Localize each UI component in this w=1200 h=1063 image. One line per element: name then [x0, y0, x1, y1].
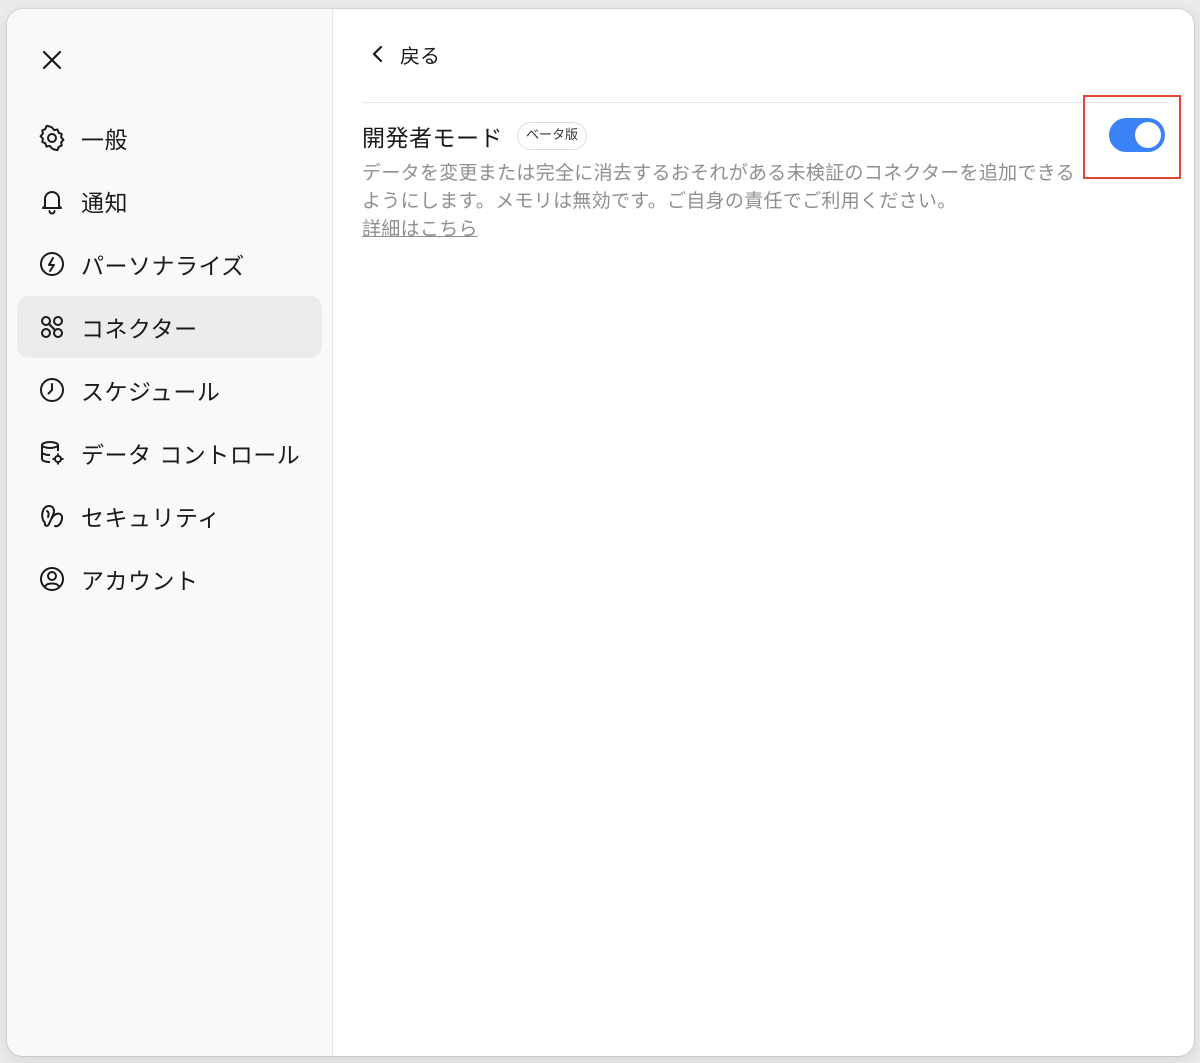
sidebar-item-label: 通知	[81, 191, 128, 217]
sidebar-item-label: セキュリティ	[81, 506, 221, 532]
sidebar-item-label: データ コントロール	[81, 443, 301, 469]
sidebar-item-connectors[interactable]: コネクター	[17, 296, 322, 358]
developer-mode-description: データを変更または完全に消去するおそれがある未検証のコネクターを追加できるように…	[362, 159, 1092, 243]
back-label: 戻る	[400, 43, 440, 68]
sidebar-item-security[interactable]: セキュリティ	[17, 485, 322, 547]
sidebar-item-label: スケジュール	[81, 380, 221, 406]
sidebar-item-account[interactable]: アカウント	[17, 548, 322, 610]
back-button[interactable]: 戻る	[370, 39, 440, 69]
sidebar-item-label: アカウント	[81, 569, 199, 595]
settings-sidebar: 一般 通知 パーソナライズ コネクター スケジュール データ コントロール セキ…	[7, 9, 333, 1056]
sidebar-item-label: コネクター	[81, 317, 198, 343]
setting-header: 開発者モード ベータ版	[362, 119, 588, 153]
divider	[362, 102, 1168, 103]
chevron-left-icon	[372, 45, 383, 63]
personalize-icon	[37, 249, 67, 279]
sidebar-item-notifications[interactable]: 通知	[17, 170, 322, 232]
toggle-knob	[1135, 122, 1161, 148]
data-controls-icon	[37, 438, 67, 468]
sidebar-item-general[interactable]: 一般	[17, 107, 322, 169]
connectors-icon	[37, 312, 67, 342]
beta-badge: ベータ版	[517, 122, 588, 150]
clock-icon	[37, 375, 67, 405]
settings-nav: 一般 通知 パーソナライズ コネクター スケジュール データ コントロール セキ…	[17, 107, 322, 611]
connector-settings-panel: 戻る 開発者モード ベータ版 データを変更または完全に消去するおそれがある未検証…	[334, 9, 1194, 1056]
learn-more-link[interactable]: 詳細はこちら	[362, 218, 478, 240]
developer-mode-toggle[interactable]	[1109, 118, 1165, 152]
gear-icon	[37, 123, 67, 153]
sidebar-item-label: パーソナライズ	[81, 254, 245, 280]
developer-mode-title: 開発者モード	[362, 126, 503, 152]
account-icon	[37, 564, 67, 594]
close-button[interactable]	[37, 45, 67, 75]
description-text: データを変更または完全に消去するおそれがある未検証のコネクターを追加できるように…	[362, 162, 1075, 212]
security-icon	[37, 501, 67, 531]
settings-window: 一般 通知 パーソナライズ コネクター スケジュール データ コントロール セキ…	[7, 9, 1194, 1056]
sidebar-item-schedule[interactable]: スケジュール	[17, 359, 322, 421]
close-icon	[42, 50, 62, 70]
sidebar-item-label: 一般	[81, 128, 128, 154]
sidebar-item-personalize[interactable]: パーソナライズ	[17, 233, 322, 295]
sidebar-item-data-controls[interactable]: データ コントロール	[17, 422, 322, 484]
bell-icon	[37, 186, 67, 216]
